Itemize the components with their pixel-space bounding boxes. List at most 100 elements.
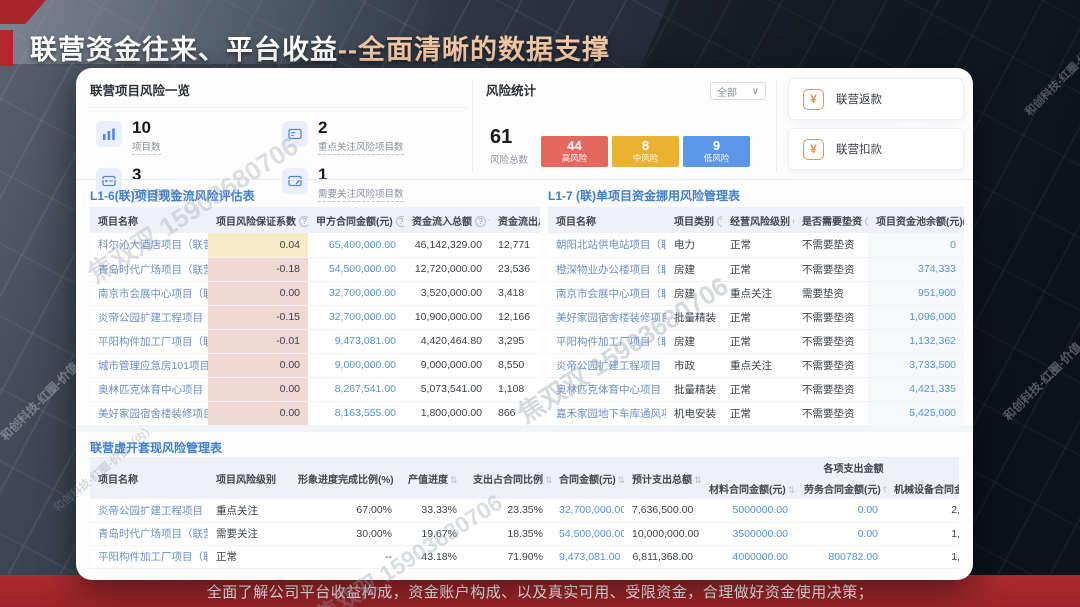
col-label: 经营风险级别: [730, 217, 790, 228]
table-row[interactable]: 橙深物业办公楼项目（联... 房建 正常 不需要垫资 374,333: [548, 257, 964, 281]
table-row[interactable]: 平阳构件加工厂项目（联营） 正常 -- 43.18% 71.90% 9,473,…: [90, 545, 959, 568]
coefficient-cell: 0.00: [208, 281, 308, 305]
risk-total: 61 风险总数: [490, 126, 528, 166]
project-name-link[interactable]: 奥林匹克体育中心项目（...: [90, 377, 208, 401]
contract-amount-cell: 32,700,000.00: [308, 305, 404, 329]
project-name-link[interactable]: 科尔沁大酒店项目（联营）: [90, 233, 208, 257]
sort-icon[interactable]: ⇅: [883, 485, 886, 495]
col-risk-level[interactable]: 项目风险级别: [208, 457, 290, 499]
help-icon[interactable]: ?: [717, 216, 722, 227]
col-outflow-total[interactable]: 资金流出总额?⇅: [490, 207, 540, 233]
col-project-name[interactable]: 项目名称: [548, 207, 666, 233]
help-icon[interactable]: ?: [793, 216, 794, 227]
sort-icon[interactable]: ⇅: [545, 475, 551, 485]
cashflow-risk-table: 项目名称 项目风险保证系数?⇅ 甲方合同金额(元)?⇅ 资金流入总额?⇅ 资金流…: [90, 207, 540, 426]
project-name-link[interactable]: 青岛时代广场项目（联营）: [90, 257, 208, 281]
project-name-link[interactable]: 朝阳北站供电站项目（联...: [548, 233, 666, 257]
project-name-link[interactable]: 嘉禾家园地下车库通风项...: [548, 401, 666, 425]
col-inflow-total[interactable]: 资金流入总额?⇅: [404, 207, 490, 233]
sort-icon[interactable]: ⇅: [788, 485, 796, 495]
project-name-link[interactable]: 美好家园宿舍楼装修项目...: [90, 401, 208, 425]
table-row[interactable]: 炎帝公园扩建工程项目（联... 重点关注 67.00% 33.33% 23.35…: [90, 499, 959, 522]
col-operation-risk[interactable]: 经营风险级别?: [722, 207, 794, 233]
col-contract-amount[interactable]: 甲方合同金额(元)?⇅: [308, 207, 404, 233]
col-image-progress[interactable]: 形象进度完成比例(%): [290, 457, 400, 499]
help-icon[interactable]: ?: [299, 216, 308, 227]
table-row[interactable]: 南京市会展中心项目（联... 房建 重点关注 需要垫资 951,900: [548, 281, 964, 305]
table-row[interactable]: 美好家园宿舍楼装修项目... 0.00 8,163,555.00 1,800,0…: [90, 401, 540, 425]
col-estimated-expense[interactable]: 预计支出总额⇅: [624, 457, 701, 499]
project-name-link[interactable]: 奥林匹克体育中心项目（...: [548, 377, 666, 401]
sort-icon[interactable]: ⇅: [488, 217, 490, 227]
table-row[interactable]: 奥林匹克体育中心项目（... 0.00 8,267,541.00 5,073,5…: [90, 377, 540, 401]
table-row[interactable]: 奥林匹克体育中心项目（... 批量精装 正常 不需要垫资 4,421,335: [548, 377, 964, 401]
balance-cell: 1,132,362: [868, 329, 964, 353]
table-row[interactable]: 城市管理应急房101项目... 0.00 9,000,000.00 9,000,…: [90, 353, 540, 377]
stat-label[interactable]: 需要关注风险项目数: [318, 186, 404, 202]
project-name-link[interactable]: 平阳构件加工厂项目（联...: [548, 329, 666, 353]
money-pouch-icon: ¥: [803, 89, 824, 110]
col-machine-contract[interactable]: 机械设备合同金额(元)⇅: [886, 478, 959, 499]
col-need-advance[interactable]: 是否需要垫资?: [794, 207, 868, 233]
table-row[interactable]: 平阳构件加工厂项目（联... 房建 正常 不需要垫资 1,132,362: [548, 329, 964, 353]
col-labor-contract[interactable]: 劳务合同金额(元)⇅: [796, 478, 886, 499]
table-row[interactable]: 南京市会展中心项目（联... 0.00 32,700,000.00 3,520,…: [90, 281, 540, 305]
page-title-highlight: --全面清晰的数据支撑: [338, 35, 610, 65]
sort-icon[interactable]: ⇅: [450, 475, 458, 485]
table-row[interactable]: 平阳构件加工厂项目（联... -0.01 9,473,081.00 4,420,…: [90, 329, 540, 353]
table-row[interactable]: 嘉禾家园地下车库通风项... 机电安装 正常 不需要垫资 5,425,000: [548, 401, 964, 425]
medium-risk-box[interactable]: 8 中风险: [612, 136, 679, 167]
high-risk-box[interactable]: 44 高风险: [541, 136, 608, 167]
risk-total-label: 风险总数: [490, 152, 528, 166]
col-project-name[interactable]: 项目名称: [90, 207, 208, 233]
table-row[interactable]: 炎帝公园扩建工程项目（... -0.15 32,700,000.00 10,90…: [90, 305, 540, 329]
col-group-expense-amounts: 各项支出金额: [701, 457, 959, 478]
joint-deduction-button[interactable]: ¥ 联营扣款: [788, 128, 964, 170]
project-name-link[interactable]: 炎帝公园扩建工程项目（...: [90, 305, 208, 329]
col-output-progress[interactable]: 产值进度⇅: [400, 457, 465, 499]
joint-refund-button[interactable]: ¥ 联营返款: [788, 78, 964, 120]
stat-label[interactable]: 项目数: [132, 139, 161, 155]
sort-icon[interactable]: ⇅: [618, 475, 624, 485]
help-icon[interactable]: ?: [396, 216, 404, 227]
image-progress-cell: 67.00%: [290, 499, 400, 522]
project-name-link[interactable]: 美好家园宿舍楼装修项目...: [548, 305, 666, 329]
col-contract-amount[interactable]: 合同金额(元)⇅: [551, 457, 624, 499]
table-row[interactable]: 炎帝公园扩建工程项目（... 市政 重点关注 不需要垫资 3,733,500: [548, 353, 964, 377]
col-fund-pool-balance[interactable]: 项目资金池余额(元)(元)?: [868, 207, 964, 233]
col-risk-coefficient[interactable]: 项目风险保证系数?⇅: [208, 207, 308, 233]
help-icon[interactable]: ?: [475, 216, 486, 227]
low-risk-label: 低风险: [683, 153, 750, 163]
outflow-cell: 3,418: [490, 281, 540, 305]
project-name-link[interactable]: 城市管理应急房101项目...: [90, 353, 208, 377]
risk-filter-dropdown[interactable]: 全部 ∨: [710, 82, 766, 100]
table-row[interactable]: 青岛时代广场项目（联营） -0.18 54,500,000.00 12,720,…: [90, 257, 540, 281]
col-material-contract[interactable]: 材料合同金额(元)⇅: [701, 478, 796, 499]
table-row[interactable]: 青岛时代广场项目（联营） 需要关注 30.00% 19.67% 18.35% 5…: [90, 522, 959, 545]
project-name-link[interactable]: 南京市会展中心项目（联...: [548, 281, 666, 305]
project-name-link[interactable]: 平阳构件加工厂项目（联...: [90, 329, 208, 353]
table-row[interactable]: 科尔沁大酒店项目（联营） 0.04 65,400,000.00 46,142,3…: [90, 233, 540, 257]
estimated-expense-cell: 6,811,368.00: [624, 545, 701, 568]
col-label: 项目类别: [674, 217, 714, 228]
inflow-cell: 12,720,000.00: [404, 257, 490, 281]
table-row[interactable]: 美好家园宿舍楼装修项目... 批量精装 正常 不需要垫资 1,096,000: [548, 305, 964, 329]
col-project-name[interactable]: 项目名称: [90, 457, 208, 499]
project-name-link[interactable]: 青岛时代广场项目（联营）: [90, 522, 208, 545]
help-icon[interactable]: ?: [865, 216, 868, 227]
project-name-link[interactable]: 南京市会展中心项目（联...: [90, 281, 208, 305]
machine-contract-cell: 2,630,000: [886, 499, 959, 522]
sort-icon[interactable]: ⇅: [694, 475, 701, 485]
machine-contract-cell: 1,030,200: [886, 545, 959, 568]
project-name-link[interactable]: 平阳构件加工厂项目（联营）: [90, 545, 208, 568]
project-name-link[interactable]: 炎帝公园扩建工程项目（...: [548, 353, 666, 377]
col-expense-ratio[interactable]: 支出占合同比例⇅: [465, 457, 551, 499]
project-name-link[interactable]: 炎帝公园扩建工程项目（联...: [90, 499, 208, 522]
project-name-link[interactable]: 橙深物业办公楼项目（联...: [548, 257, 666, 281]
col-category[interactable]: 项目类别?: [666, 207, 722, 233]
table-row[interactable]: 朝阳北站供电站项目（联... 电力 正常 不需要垫资 0: [548, 233, 964, 257]
overview-title: 联营项目风险一览: [90, 80, 468, 108]
stat-label[interactable]: 重点关注风险项目数: [318, 139, 404, 155]
col-label: 支出占合同比例: [473, 475, 543, 486]
low-risk-box[interactable]: 9 低风险: [683, 136, 750, 167]
